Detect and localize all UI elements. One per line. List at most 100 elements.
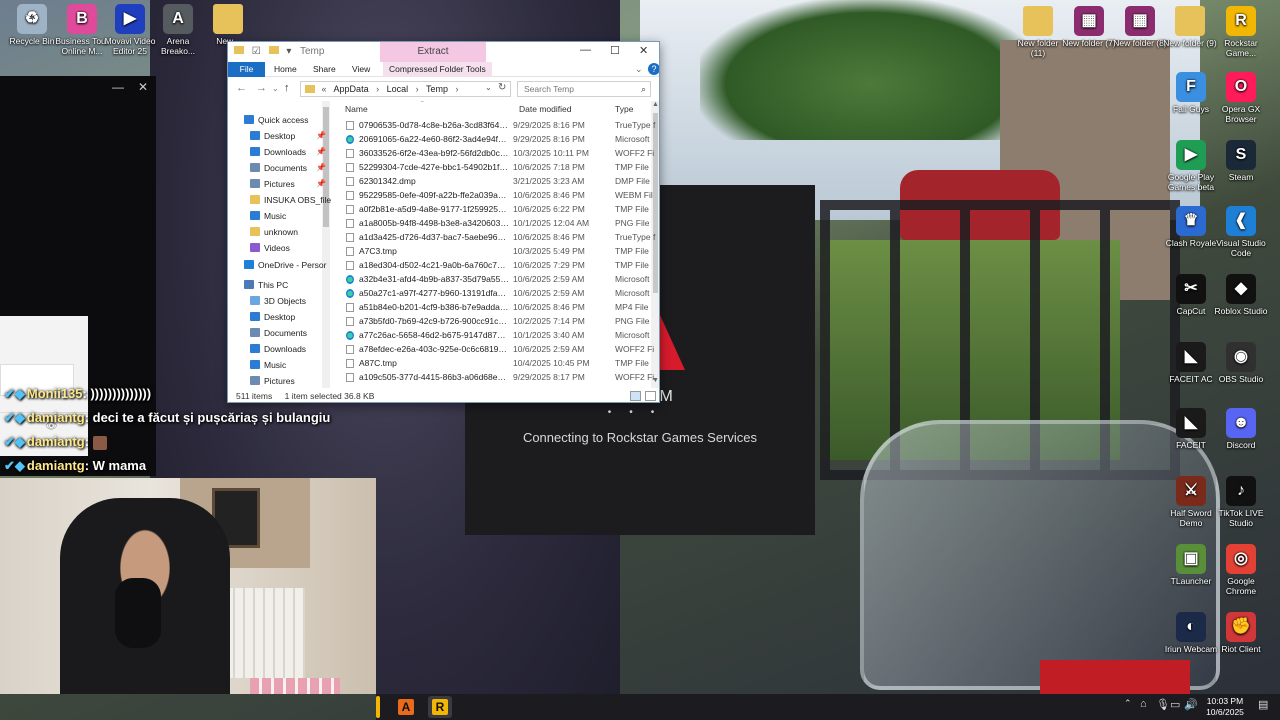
nav-item[interactable]: Music [250,211,286,221]
recent-locations-icon[interactable]: ⌄ [272,84,279,93]
nav-item[interactable]: Downloads 📌 [250,147,326,157]
file-row[interactable]: 07906535-0d78-4c8e-b26a-3cd83f64c9fb... 9… [334,118,655,132]
file-row[interactable]: a109c505-377d-4415-86b3-a06d68e09b1a... 9… [334,370,654,384]
customize-toolbar-icon[interactable]: ▾ [286,46,291,57]
properties-icon[interactable]: ☑ [252,46,261,57]
navigation-scrollbar[interactable] [322,101,330,388]
address-bar[interactable]: « AppData › Local › Temp › [300,81,511,97]
system-clock[interactable]: 10:03 PM 10/6/2025 [1202,696,1248,718]
desktop-icon-item[interactable]: ◣ FACEIT [1163,408,1219,450]
desktop-icon-item[interactable]: O Opera GX Browser [1213,72,1269,124]
chevron-right-icon[interactable]: › [376,84,379,94]
up-arrow-icon[interactable]: ↑ [284,82,290,94]
tab-home[interactable]: Home [274,62,297,77]
rockstar-taskbar-icon[interactable]: R [428,696,452,718]
desktop-icon-item[interactable]: ❰ Visual Studio Code [1213,206,1269,258]
file-row[interactable]: 52299304-7cde-427e-bbc1-54902b1f05ca....… [334,160,650,174]
desktop-icon-item[interactable]: ♛ Clash Royale [1163,206,1219,248]
notifications-icon[interactable]: ▤ [1258,698,1268,711]
nav-item[interactable]: INSUKA OBS_file [250,195,331,205]
column-header-date[interactable]: Date modified [519,101,571,117]
column-header-name[interactable]: Name [345,101,368,117]
nav-item[interactable]: Quick access [244,115,309,125]
maximize-icon[interactable]: ☐ [610,44,620,57]
desktop-icon-item[interactable]: ◉ OBS Studio [1213,342,1269,384]
chevron-right-icon[interactable]: › [416,84,419,94]
desktop-icon-item[interactable]: ◆ Roblox Studio [1213,274,1269,316]
nav-item[interactable]: Documents [250,328,307,338]
scrollbar-thumb[interactable] [653,113,658,293]
breadcrumb-temp[interactable]: Temp [426,84,448,94]
desktop-icon-item[interactable]: ▦ New folder (7) [1061,6,1117,48]
file-row[interactable]: 20691065-6a22-4e60-86f2-3ad4e94f6249.t..… [334,132,650,146]
tab-view[interactable]: View [352,62,370,77]
desktop-icon-item[interactable]: ◐ Iriun Webcam [1163,612,1219,654]
chevron-right-icon[interactable]: › [456,84,459,94]
nav-item[interactable]: 3D Objects [250,296,306,306]
desktop-icon-item[interactable]: ✊ Riot Client [1213,612,1269,654]
file-row[interactable]: A7C3.tmp 10/3/2025 5:49 PM TMP File [334,244,650,258]
breadcrumb-local[interactable]: Local [387,84,409,94]
microphone-icon[interactable]: 🎙 [1156,698,1170,711]
desktop-icon-item[interactable]: ✂ CapCut [1163,274,1219,316]
address-overflow[interactable]: « [322,84,327,94]
desktop-icon-item[interactable]: New folder (11) [1010,6,1066,58]
minimize-icon[interactable]: — [112,80,124,94]
help-icon[interactable]: ? [648,63,659,75]
file-row[interactable]: A87C.tmp 10/4/2025 10:45 PM TMP File [334,356,650,370]
file-row[interactable]: a18ed304-d502-4c21-9a0b-6a760c72b7cd....… [334,258,650,272]
refresh-icon[interactable]: ↻ [498,82,506,93]
file-row[interactable]: 62301342.dmp 3/21/2025 3:23 AM DMP File [334,174,650,188]
file-row[interactable]: a77c26ac-5658-46d2-b675-9147d87c9bd.... 1… [334,328,650,342]
details-view-icon[interactable] [630,391,641,401]
desktop-icon-item[interactable]: S Steam [1213,140,1269,182]
nav-item[interactable]: Music [250,360,286,370]
nav-item[interactable]: Pictures 📌 [250,179,326,189]
file-row[interactable]: a73b5fd0-7b69-42c9-b726-900cc91c091f....… [334,314,650,328]
tab-compressed-folder-tools[interactable]: Compressed Folder Tools [383,62,492,77]
desktop-icon-item[interactable]: New folder (9) [1162,6,1218,48]
desktop-icon-item[interactable]: ▦ New folder (8) [1112,6,1168,48]
nav-item[interactable]: Desktop 📌 [250,131,326,141]
nav-item[interactable]: unknown [250,227,298,237]
large-icons-view-icon[interactable] [645,391,656,401]
close-icon[interactable]: ✕ [138,80,148,94]
tab-file[interactable]: File [228,62,265,77]
tray-app-icon[interactable]: ⌂ [1140,698,1147,710]
search-box[interactable]: Search Temp ⌕ [517,81,651,97]
nav-item[interactable]: Pictures [250,376,295,386]
desktop-icon-item[interactable]: ◎ Google Chrome [1213,544,1269,596]
desktop-icon-item[interactable]: New... [200,4,256,46]
desktop-icon-item[interactable]: ♻ Recycle Bin [4,4,60,46]
close-icon[interactable]: ✕ [639,44,648,57]
scroll-up-icon[interactable]: ▲ [652,101,659,108]
file-row[interactable]: 95229585-0efe-409f-a22b-ffe2a039a2ba.t..… [334,188,653,202]
file-row[interactable]: a50a27c1-a97f-4277-b960-13191dfa53cf.t..… [334,286,650,300]
file-row[interactable]: a32b4e31-afd4-4b9b-a837-35d79a55d2ac....… [334,272,650,286]
tray-overflow-icon[interactable]: ⌃ [1124,698,1132,709]
file-row[interactable]: a78efdec-e26a-403c-925e-0c6c681915a5....… [334,342,654,356]
nav-item[interactable]: Downloads [250,344,306,354]
desktop-icon-item[interactable]: A Arena Breako... [150,4,206,56]
desktop-icon-item[interactable]: ☻ Discord [1213,408,1269,450]
file-row[interactable]: a0f2b81e-a5d9-4a8e-9177-1f25992589dd....… [334,202,650,216]
breadcrumb-appdata[interactable]: AppData [334,84,369,94]
desktop-icon-item[interactable]: ▣ TLauncher [1163,544,1219,586]
file-row[interactable]: a1d3a425-d726-4d37-bac7-5aebe96dda5.... 1… [334,230,655,244]
file-row[interactable]: a51b84e0-b201-4cf9-b386-b7e9adda6fba....… [334,300,650,314]
network-icon[interactable]: ▭ [1170,698,1180,711]
desktop-icon-item[interactable]: F Fall Guys [1163,72,1219,114]
desktop-icon-item[interactable]: ◣ FACEIT AC [1163,342,1219,384]
explorer-titlebar[interactable]: ☑ ▾ Temp Extract — ☐ ✕ [228,42,659,62]
desktop-icon-item[interactable]: ▶ Google Play Games beta [1163,140,1219,192]
minimize-icon[interactable]: — [580,44,591,56]
taskbar-app-sliver[interactable] [376,696,380,718]
volume-icon[interactable]: 🔊 [1184,698,1198,711]
nav-item[interactable]: Videos [250,243,290,253]
file-row[interactable]: a1a8005b-94f8-4498-b3e8-a3420603de24....… [334,216,650,230]
forward-arrow-icon[interactable]: → [256,82,267,94]
app-a-icon[interactable]: A [394,696,418,718]
desktop-icon-item[interactable]: R Rockstar Game... [1213,6,1269,58]
nav-item[interactable]: Desktop [250,312,295,322]
nav-item[interactable]: OneDrive - Persor [244,260,327,270]
